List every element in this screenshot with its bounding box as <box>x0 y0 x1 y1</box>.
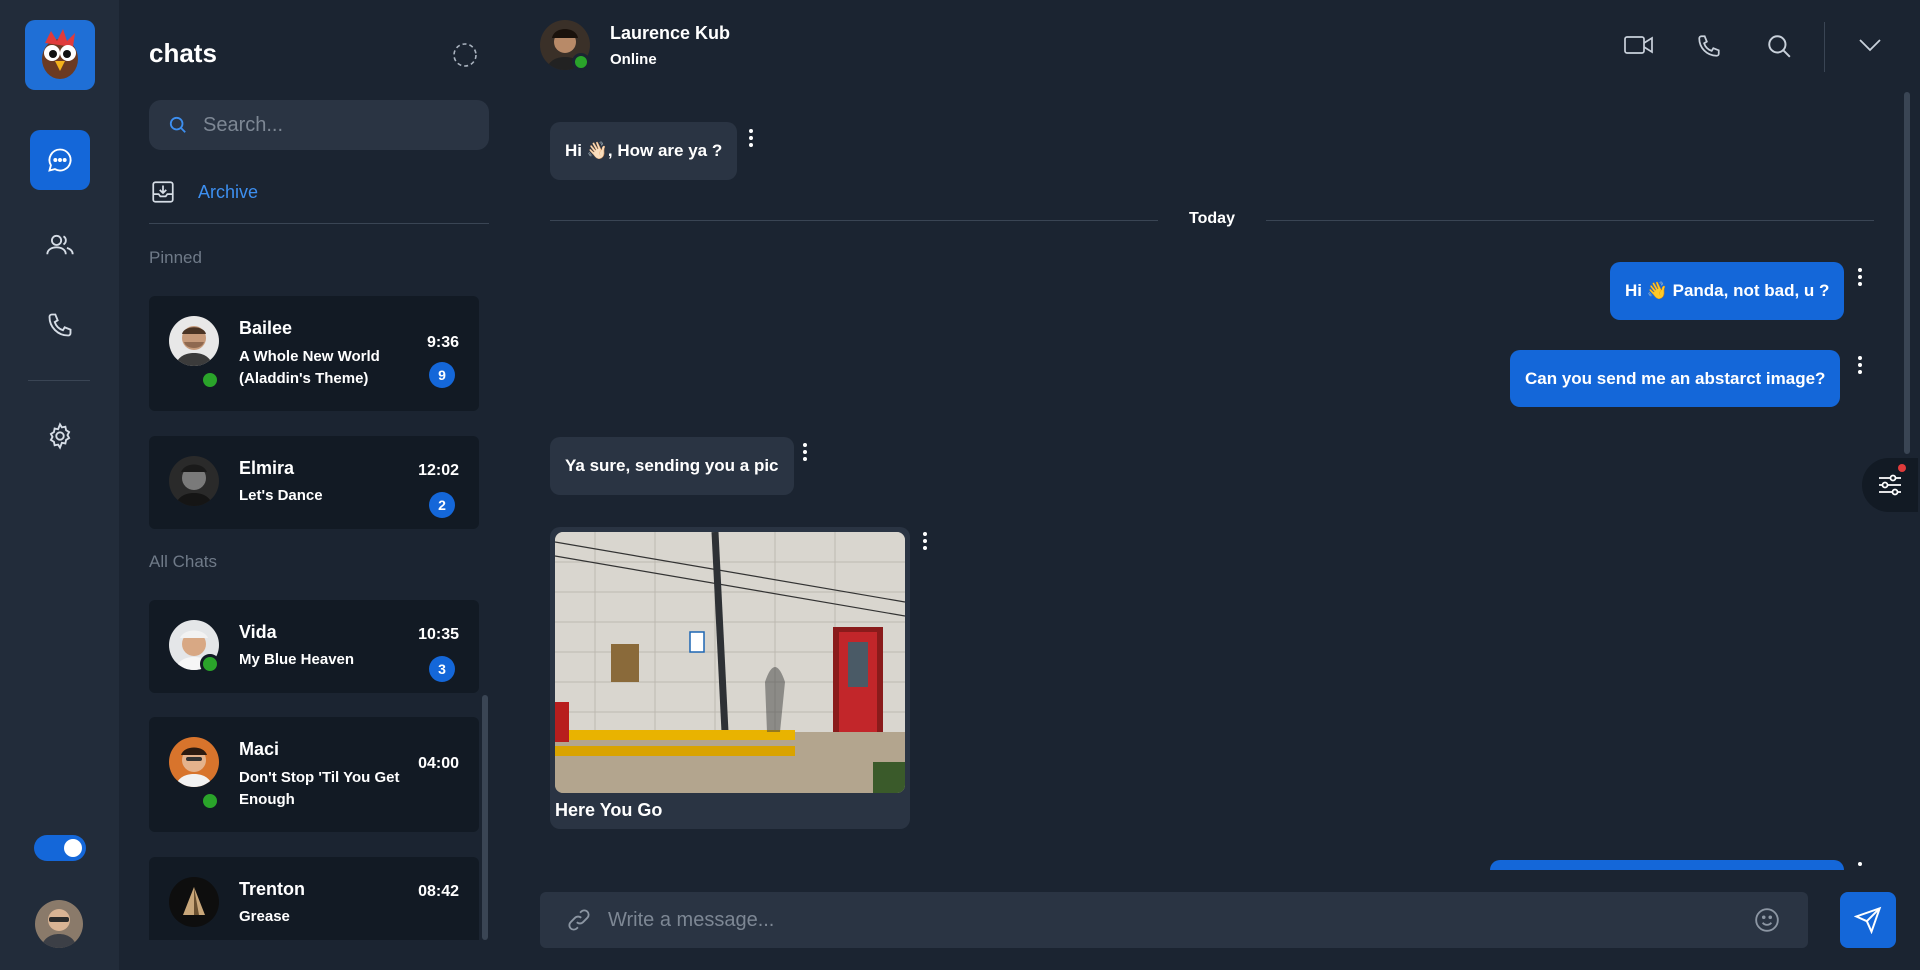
header-divider <box>1824 22 1825 72</box>
thread-scrollbar[interactable] <box>1904 92 1910 454</box>
message-menu-icon[interactable] <box>802 443 808 461</box>
message-text: Can you send me an abstarct image? <box>1525 368 1826 388</box>
nav-calls-button[interactable] <box>30 295 90 355</box>
paperclip-icon[interactable] <box>566 907 592 933</box>
phone-icon <box>46 311 74 339</box>
all-chats-label: All Chats <box>149 552 218 571</box>
chat-last-message: Don't Stop 'Til You Get Enough <box>239 769 400 808</box>
message-text: Ya sure, sending you a pic <box>565 456 779 475</box>
message-bubble-incoming[interactable]: Ya sure, sending you a pic <box>550 437 794 495</box>
image-message[interactable]: Here You Go <box>550 527 910 829</box>
online-indicator <box>572 53 590 71</box>
online-indicator <box>200 791 220 811</box>
search-icon <box>169 116 187 134</box>
avatar <box>169 316 219 366</box>
unread-badge: 2 <box>429 492 455 518</box>
new-chat-icon[interactable] <box>452 42 478 73</box>
chat-time: 08:42 <box>418 883 459 900</box>
chats-panel: chats Archive Pinned Bailee A Whole New … <box>119 0 515 970</box>
filter-button[interactable] <box>1862 458 1918 512</box>
search-input[interactable] <box>203 113 453 137</box>
date-divider-label: Today <box>1189 210 1235 227</box>
date-divider-line <box>1266 220 1874 221</box>
chat-item-vida[interactable]: Vida My Blue Heaven 10:35 3 <box>149 600 479 693</box>
search-icon[interactable] <box>1766 33 1792 59</box>
image-caption: Here You Go <box>555 800 663 820</box>
message-composer[interactable] <box>540 892 1808 948</box>
message-text: Hi 👋🏻, How are ya ? <box>565 141 723 160</box>
nav-contacts-button[interactable] <box>30 215 90 275</box>
contact-name: Laurence Kub <box>610 23 731 43</box>
chat-name: Trenton <box>239 879 305 899</box>
unread-badge: 9 <box>429 362 455 388</box>
nav-chats-button[interactable] <box>30 130 90 190</box>
chat-item-trenton[interactable]: Trenton Grease 08:42 <box>149 857 479 940</box>
message-bubble-outgoing[interactable]: Can you send me an abstarct image? <box>1510 350 1841 407</box>
user-avatar[interactable] <box>35 900 83 948</box>
chat-name: Elmira <box>239 458 295 478</box>
archive-icon <box>150 179 176 205</box>
chat-time: 04:00 <box>418 755 459 772</box>
chat-last-message: My Blue Heaven <box>239 651 355 668</box>
message-menu-icon[interactable] <box>1857 862 1863 870</box>
chat-name: Bailee <box>239 318 293 338</box>
archive-divider <box>149 223 489 224</box>
chat-bubble-icon <box>46 146 74 174</box>
avatar <box>169 456 219 506</box>
message-text: Hi 👋 Panda, not bad, u ? <box>1625 281 1830 300</box>
online-indicator <box>200 654 220 674</box>
chat-search[interactable] <box>149 100 489 150</box>
emoji-icon[interactable] <box>1754 907 1780 933</box>
message-input[interactable] <box>608 908 1754 932</box>
unread-badge: 3 <box>429 656 455 682</box>
chat-item-elmira[interactable]: Elmira Let's Dance 12:02 2 <box>149 436 479 529</box>
chat-last-message: A Whole New World (Aladdin's Theme) <box>239 348 380 387</box>
theme-toggle[interactable] <box>34 835 86 861</box>
chat-time: 10:35 <box>418 626 459 643</box>
chats-title: chats <box>149 38 217 68</box>
users-icon <box>45 231 75 259</box>
chevron-down-icon[interactable] <box>1858 38 1882 52</box>
nav-divider <box>28 380 90 381</box>
chat-time: 9:36 <box>426 334 459 351</box>
video-camera-icon[interactable] <box>1624 34 1654 56</box>
message-menu-icon[interactable] <box>922 532 928 550</box>
date-divider-line <box>550 220 1158 221</box>
chat-item-bailee[interactable]: Bailee A Whole New World (Aladdin's Them… <box>149 296 479 411</box>
message-bubble-outgoing[interactable]: Hi 👋 Panda, not bad, u ? <box>1610 262 1845 320</box>
message-menu-icon[interactable] <box>1857 268 1863 286</box>
parrot-logo-icon[interactable] <box>25 20 95 90</box>
message-bubble-outgoing-partial <box>1490 860 1844 870</box>
archive-link[interactable]: Archive <box>150 179 258 205</box>
send-icon <box>1854 906 1882 934</box>
chat-name: Maci <box>239 739 280 759</box>
phone-icon[interactable] <box>1696 33 1722 59</box>
chat-item-maci[interactable]: Maci Don't Stop 'Til You Get Enough 04:0… <box>149 717 479 832</box>
chat-last-message: Let's Dance <box>239 487 323 504</box>
send-button[interactable] <box>1840 892 1896 948</box>
message-bubble-incoming[interactable]: Hi 👋🏻, How are ya ? <box>550 122 738 180</box>
archive-label: Archive <box>198 181 259 202</box>
nav-rail <box>0 0 119 970</box>
notification-dot <box>1898 464 1906 472</box>
sliders-icon <box>1877 473 1903 497</box>
nav-settings-button[interactable] <box>30 406 90 466</box>
contact-status: Online <box>610 51 657 68</box>
avatar <box>169 737 219 787</box>
gear-icon <box>46 422 74 450</box>
chat-name: Vida <box>239 622 277 642</box>
chat-list-scrollbar[interactable] <box>482 695 488 940</box>
avatar <box>169 877 219 927</box>
online-indicator <box>200 370 220 390</box>
message-menu-icon[interactable] <box>1857 356 1863 374</box>
chat-last-message: Grease <box>239 908 290 925</box>
pinned-label: Pinned <box>149 248 202 267</box>
chat-time: 12:02 <box>418 462 459 479</box>
message-menu-icon[interactable] <box>748 129 754 147</box>
toggle-knob <box>64 839 82 857</box>
attached-photo[interactable] <box>555 532 905 793</box>
